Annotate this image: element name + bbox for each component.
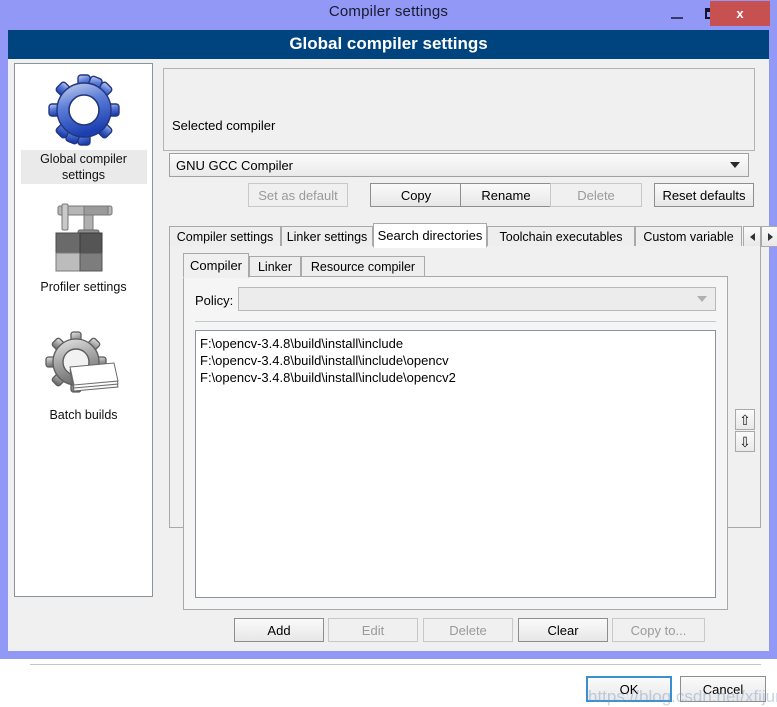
tab-label: Compiler xyxy=(190,258,243,273)
button-label: Delete xyxy=(577,187,615,203)
button-label: Cancel xyxy=(702,681,744,697)
ok-button[interactable]: OK xyxy=(586,676,672,702)
button-label: Edit xyxy=(361,622,385,638)
close-icon: x xyxy=(736,6,744,21)
selected-compiler-legend: Selected compiler xyxy=(168,118,280,133)
tab-compiler[interactable]: Compiler xyxy=(183,253,249,278)
page-title: Global compiler settings xyxy=(289,34,488,53)
button-label: Rename xyxy=(481,187,531,203)
tab-label: Resource compiler xyxy=(310,259,416,274)
title-bar: Compiler settings x xyxy=(0,0,777,28)
caliper-blocks-icon xyxy=(15,198,152,278)
sidebar-item-profiler-settings[interactable]: Profiler settings xyxy=(15,198,152,296)
sidebar-item-batch-builds[interactable]: Batch builds xyxy=(15,326,152,424)
add-button[interactable]: Add xyxy=(234,618,324,642)
reset-defaults-button[interactable]: Reset defaults xyxy=(654,183,754,207)
tab-linker-settings[interactable]: Linker settings xyxy=(281,226,373,247)
tab-custom-variable[interactable]: Custom variable xyxy=(635,226,742,247)
tab-scroll-left-button[interactable] xyxy=(743,226,761,247)
button-label: Add xyxy=(267,622,291,638)
settings-tabstrip: Compiler settings Linker settings Search… xyxy=(169,223,777,248)
rename-button[interactable]: Rename xyxy=(460,183,552,207)
close-button[interactable]: x xyxy=(710,1,770,26)
button-label: Reset defaults xyxy=(662,187,746,203)
bottom-separator xyxy=(30,664,761,665)
button-label: Copy to... xyxy=(630,622,687,638)
right-arrow-icon xyxy=(767,232,773,241)
tab-label: Compiler settings xyxy=(176,229,274,244)
tab-label: Toolchain executables xyxy=(499,229,623,244)
gray-gear-pages-icon xyxy=(15,326,152,406)
list-item[interactable]: F:\opencv-3.4.8\build\install\include\op… xyxy=(200,352,715,369)
policy-label: Policy: xyxy=(195,293,234,308)
tab-search-directories[interactable]: Search directories xyxy=(373,223,487,248)
minimize-icon xyxy=(671,16,683,19)
policy-separator xyxy=(195,321,716,322)
policy-select[interactable] xyxy=(238,287,716,311)
list-item[interactable]: F:\opencv-3.4.8\build\install\include\op… xyxy=(200,369,715,386)
chevron-down-icon xyxy=(697,296,707,302)
blue-gear-icon xyxy=(15,70,152,150)
button-label: Delete xyxy=(449,622,487,638)
tab-toolchain-executables[interactable]: Toolchain executables xyxy=(487,226,635,247)
tab-label: Linker settings xyxy=(286,229,368,244)
tab-linker[interactable]: Linker xyxy=(249,256,301,277)
clear-button[interactable]: Clear xyxy=(518,618,608,642)
settings-sidebar: Global compiler settings Profiler settin… xyxy=(14,63,153,597)
move-down-button[interactable]: ⇩ xyxy=(735,431,755,452)
dialog-body: Global compiler settings Profiler settin… xyxy=(8,59,777,706)
directory-kind-tabstrip: Compiler Linker Resource compiler xyxy=(183,253,761,278)
tab-label: Custom variable xyxy=(643,229,734,244)
compiler-select[interactable]: GNU GCC Compiler xyxy=(169,153,749,177)
button-label: Copy xyxy=(400,187,432,203)
edit-button[interactable]: Edit xyxy=(328,618,418,642)
tab-resource-compiler[interactable]: Resource compiler xyxy=(301,256,425,277)
list-item[interactable]: F:\opencv-3.4.8\build\install\include xyxy=(200,335,715,352)
button-label: Set as default xyxy=(258,187,338,203)
delete-compiler-button[interactable]: Delete xyxy=(550,183,642,207)
copy-button[interactable]: Copy xyxy=(370,183,462,207)
selected-compiler-groupbox xyxy=(163,68,755,151)
tab-label: Linker xyxy=(257,259,293,274)
sidebar-item-label: Batch builds xyxy=(49,408,118,422)
tab-scroll-right-button[interactable] xyxy=(761,226,777,247)
chevron-down-icon xyxy=(730,162,740,168)
compiler-select-value: GNU GCC Compiler xyxy=(176,157,294,173)
arrow-down-icon: ⇩ xyxy=(739,433,751,450)
set-as-default-button[interactable]: Set as default xyxy=(248,183,348,207)
left-arrow-icon xyxy=(749,232,755,241)
sidebar-item-label: Profiler settings xyxy=(40,280,127,294)
minimize-button[interactable] xyxy=(660,0,694,27)
cancel-button[interactable]: Cancel xyxy=(680,676,766,702)
tab-compiler-settings[interactable]: Compiler settings xyxy=(169,226,281,247)
sidebar-item-label: Global compiler settings xyxy=(20,150,147,184)
sidebar-item-global-compiler-settings[interactable]: Global compiler settings xyxy=(15,70,152,184)
tab-label: Search directories xyxy=(377,228,483,243)
button-label: OK xyxy=(619,681,639,697)
delete-directory-button[interactable]: Delete xyxy=(423,618,513,642)
header-band: Global compiler settings xyxy=(8,30,769,59)
compiler-settings-window: Compiler settings x Global compiler sett… xyxy=(0,0,777,706)
button-label: Clear xyxy=(547,622,579,638)
arrow-up-icon: ⇧ xyxy=(739,411,751,428)
move-up-button[interactable]: ⇧ xyxy=(735,409,755,430)
copy-to-button[interactable]: Copy to... xyxy=(612,618,705,642)
search-directories-list[interactable]: F:\opencv-3.4.8\build\install\include F:… xyxy=(195,330,716,598)
